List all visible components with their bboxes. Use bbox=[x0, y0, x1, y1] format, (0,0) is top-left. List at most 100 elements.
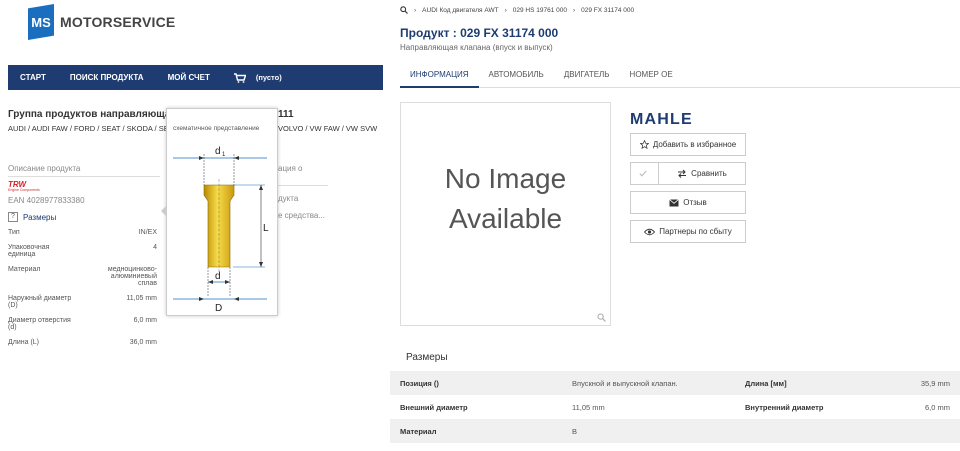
spec-key: Наружный диаметр (D) bbox=[8, 295, 72, 309]
cart-link[interactable]: (пусто) bbox=[233, 72, 282, 83]
main-nav: СТАРТ ПОИСК ПРОДУКТА МОЙ СЧЕТ (пусто) bbox=[8, 65, 383, 90]
info-tab-tail[interactable]: ация о bbox=[278, 164, 303, 173]
ean-code: EAN 4028977833380 bbox=[8, 196, 85, 205]
zoom-icon[interactable] bbox=[597, 313, 606, 322]
spec-row: Длина (L) 36,0 mm bbox=[8, 339, 157, 346]
compare-label-wrap: Сравнить bbox=[659, 169, 745, 178]
table-value: 6,0 mm bbox=[924, 402, 950, 412]
tab-vehicle[interactable]: АВТОМОБИЛЬ bbox=[479, 66, 554, 88]
breadcrumb-item[interactable]: AUDI Код двигателя AWT bbox=[422, 7, 498, 14]
nav-my-account[interactable]: МОЙ СЧЕТ bbox=[168, 73, 210, 82]
sizes-table: Позиция () Впускной и выпускной клапан. … bbox=[390, 371, 960, 443]
spec-key: Тип bbox=[8, 229, 20, 236]
spec-value: IN/EX bbox=[138, 229, 157, 236]
button-label: Сравнить bbox=[691, 169, 727, 178]
tab-information[interactable]: ИНФОРМАЦИЯ bbox=[400, 66, 479, 88]
table-key: Длина [мм] bbox=[745, 378, 787, 388]
spec-row: Материал медноцинково-алюминиевый сплав bbox=[8, 266, 157, 287]
sales-partners-button[interactable]: Партнеры по сбыту bbox=[630, 220, 746, 243]
swap-arrows-icon bbox=[678, 169, 687, 178]
tab-oe-number[interactable]: НОМЕР OE bbox=[620, 66, 683, 88]
dim-label-L: L bbox=[263, 223, 269, 234]
schematic-popover: схематичное представление d 1 L d D bbox=[161, 108, 278, 316]
no-image-text: No Image Available bbox=[401, 159, 610, 239]
chevron-right-icon: › bbox=[504, 6, 507, 14]
table-row: Материал B bbox=[390, 419, 960, 443]
dim-label-D: D bbox=[215, 303, 222, 314]
table-row: Позиция () Впускной и выпускной клапан. … bbox=[390, 371, 960, 395]
divider bbox=[8, 176, 160, 177]
mahle-logo: MAHLE bbox=[630, 111, 693, 128]
product-image-placeholder: No Image Available bbox=[400, 102, 611, 326]
spec-row: Тип IN/EX bbox=[8, 229, 157, 236]
spec-row: Диаметр отверстия (d) 6,0 mm bbox=[8, 317, 157, 331]
button-label: Партнеры по сбыту bbox=[659, 227, 732, 236]
breadcrumb-item[interactable]: 029 FX 31174 000 bbox=[581, 7, 634, 14]
table-value: Впускной и выпускной клапан. bbox=[572, 378, 678, 388]
spec-key: Материал bbox=[8, 266, 41, 273]
breadcrumb: › AUDI Код двигателя AWT › 029 HS 19761 … bbox=[400, 6, 634, 14]
table-value: 11,05 mm bbox=[572, 402, 605, 412]
spec-row: Наружный диаметр (D) 11,05 mm bbox=[8, 295, 157, 309]
dim-label-d: d bbox=[215, 271, 221, 282]
nav-start[interactable]: СТАРТ bbox=[20, 73, 46, 82]
table-key: Позиция () bbox=[400, 378, 439, 388]
cart-icon bbox=[233, 72, 246, 83]
review-button[interactable]: Отзыв bbox=[630, 191, 746, 214]
button-label: Добавить в избранное bbox=[652, 140, 737, 149]
spec-key: Диаметр отверстия (d) bbox=[8, 317, 71, 331]
sizes-link-label: Размеры bbox=[23, 212, 57, 222]
product-description-label[interactable]: Описание продукта bbox=[8, 164, 80, 173]
page-title: Продукт : 029 FX 31174 000 bbox=[400, 26, 559, 40]
table-key: Материал bbox=[400, 426, 437, 436]
check-icon[interactable] bbox=[631, 163, 659, 184]
group-title: Группа продуктов направляющая bbox=[8, 109, 166, 120]
table-key: Внутренний диаметр bbox=[745, 402, 824, 412]
compare-button[interactable]: Сравнить bbox=[630, 162, 746, 185]
chevron-right-icon: › bbox=[572, 6, 576, 14]
spec-list: Тип IN/EX Упаковочная единица 4 Материал ме… bbox=[8, 229, 157, 354]
sizes-heading: Размеры bbox=[406, 352, 448, 363]
group-vehicles: AUDI / AUDI FAW / FORD / SEAT / SKODA / … bbox=[8, 124, 166, 133]
left-panel: MS MOTORSERVICE СТАРТ ПОИСК ПРОДУКТА МОЙ… bbox=[0, 0, 390, 451]
nav-product-search[interactable]: ПОИСК ПРОДУКТА bbox=[70, 73, 144, 82]
chevron-right-icon: › bbox=[414, 6, 417, 14]
spec-key: Упаковочная единица bbox=[8, 244, 50, 258]
envelope-icon bbox=[669, 198, 679, 206]
table-value: 35,9 mm bbox=[920, 378, 950, 388]
right-panel: › AUDI Код двигателя AWT › 029 HS 19761 … bbox=[390, 0, 960, 451]
no-image-line: No Image bbox=[444, 163, 567, 194]
add-to-favorites-button[interactable]: Добавить в избранное bbox=[630, 133, 746, 156]
spec-value: медноцинково-алюминиевый сплав bbox=[107, 266, 157, 287]
spec-value: 11,05 mm bbox=[126, 295, 157, 302]
table-key: Внешний диаметр bbox=[400, 402, 468, 412]
spec-value: 36,0 mm bbox=[129, 339, 157, 346]
dim-label-d1: d bbox=[215, 146, 221, 157]
product-subtitle: Направляющая клапана (впуск и выпуск) bbox=[400, 43, 553, 52]
logo-text: MOTORSERVICE bbox=[60, 14, 176, 30]
no-image-line: Available bbox=[448, 203, 563, 234]
tab-engine[interactable]: ДВИГАТЕЛЬ bbox=[554, 66, 620, 88]
question-icon: ? bbox=[8, 212, 18, 222]
divider bbox=[278, 185, 328, 186]
cart-status: (пусто) bbox=[255, 73, 282, 82]
means-link-tail[interactable]: е средства... bbox=[278, 211, 325, 220]
spec-value: 4 bbox=[153, 244, 157, 251]
eye-icon bbox=[644, 228, 656, 235]
dim-label-d1-sub: 1 bbox=[222, 152, 226, 158]
spec-value: 6,0 mm bbox=[133, 317, 157, 324]
sizes-link[interactable]: ? Размеры bbox=[8, 212, 56, 222]
spec-row: Упаковочная единица 4 bbox=[8, 244, 157, 258]
breadcrumb-item[interactable]: 029 HS 19761 000 bbox=[513, 7, 567, 14]
table-value: B bbox=[572, 426, 578, 436]
motorservice-logo[interactable]: MS MOTORSERVICE bbox=[28, 4, 175, 40]
product-tabs: ИНФОРМАЦИЯ АВТОМОБИЛЬ ДВИГАТЕЛЬ НОМЕР OE bbox=[400, 66, 960, 88]
valve-guide-diagram: d 1 L d D bbox=[173, 146, 269, 314]
button-label: Отзыв bbox=[683, 198, 707, 207]
group-title-tail: 111 bbox=[278, 109, 294, 120]
search-icon[interactable] bbox=[400, 6, 408, 14]
logo-mark: MS bbox=[28, 4, 54, 40]
product-link-tail[interactable]: дукта bbox=[278, 194, 298, 203]
star-icon bbox=[639, 140, 649, 149]
popover-title: схематичное представление bbox=[173, 125, 260, 132]
